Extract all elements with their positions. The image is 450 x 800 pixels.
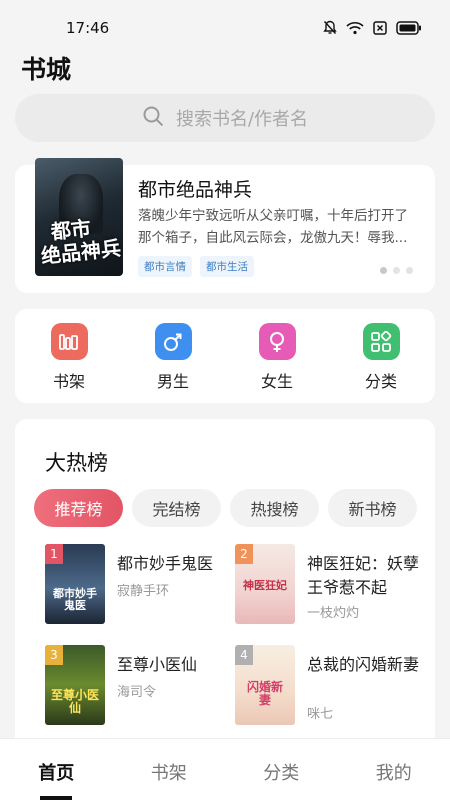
book-author: 咪七 (307, 707, 334, 722)
female-icon (258, 323, 296, 360)
rank-number: 3 (45, 645, 63, 665)
category-icon (362, 323, 400, 360)
ranking-tabs: 推荐榜 完结榜 热搜榜 新书榜 (34, 489, 417, 527)
cover-text: 神医狂妃 (243, 579, 287, 592)
carousel-dot (380, 267, 387, 274)
quick-entry-label: 男生 (156, 372, 189, 391)
rank-number: 4 (235, 645, 253, 665)
book-cover[interactable]: 2 神医狂妃 (235, 544, 295, 624)
book-cover[interactable]: 1 都市妙手鬼医 (45, 544, 105, 624)
quick-entry-label: 分类 (364, 372, 397, 391)
tab-completed[interactable]: 完结榜 (132, 489, 221, 527)
hot-ranking-section: 大热榜 推荐榜 完结榜 热搜榜 新书榜 1 都市妙手鬼医 都市妙手鬼医 寂静手环… (15, 419, 435, 759)
tab-recommended[interactable]: 推荐榜 (34, 489, 123, 527)
nav-mine[interactable]: 我的 (338, 739, 450, 800)
featured-banner[interactable]: 都市 绝品神兵 都市绝品神兵 落魄少年宁致远听从父亲叮嘱，十年后打开了那个箱子，… (15, 158, 435, 293)
quick-entry-label: 书架 (52, 372, 85, 391)
bookshelf-icon (50, 323, 88, 360)
status-bar: 17:46 (0, 0, 450, 50)
book-title[interactable]: 总裁的闪婚新妻 (307, 653, 425, 677)
banner-tags: 都市言情 都市生活 (138, 256, 254, 277)
male-icon (154, 323, 192, 360)
nav-label: 书架 (150, 763, 187, 784)
quick-entries: 书架 男生 女生 分类 (15, 309, 435, 403)
mute-bell-icon (323, 20, 337, 35)
tag-2[interactable]: 都市生活 (200, 256, 254, 277)
ranking-book-item[interactable]: 3 至尊小医仙 至尊小医仙 海司令 (45, 645, 235, 727)
sim-icon (373, 20, 387, 35)
nav-active-indicator (40, 796, 72, 800)
tab-hot-search[interactable]: 热搜榜 (230, 489, 319, 527)
quick-entry-male[interactable]: 男生 (133, 309, 213, 403)
ranking-title: 大热榜 (45, 451, 108, 475)
quick-entry-category[interactable]: 分类 (341, 309, 421, 403)
book-title[interactable]: 至尊小医仙 (117, 653, 235, 677)
nav-label: 首页 (38, 763, 75, 784)
cover-text: 都市妙手鬼医 (53, 587, 97, 612)
quick-entry-bookshelf[interactable]: 书架 (29, 309, 109, 403)
book-title[interactable]: 都市妙手鬼医 (117, 552, 235, 576)
tag-1[interactable]: 都市言情 (138, 256, 192, 277)
carousel-dot (393, 267, 400, 274)
search-input[interactable]: 搜索书名/作者名 (15, 94, 435, 142)
nav-label: 分类 (263, 763, 300, 784)
tab-new-books[interactable]: 新书榜 (328, 489, 417, 527)
wifi-icon (346, 21, 364, 35)
book-author: 海司令 (117, 685, 157, 700)
ranking-book-item[interactable]: 2 神医狂妃 神医狂妃：妖孽王爷惹不起 一枝灼灼 (235, 544, 425, 626)
rank-number: 1 (45, 544, 63, 564)
book-cover[interactable]: 4 闪婚新妻 (235, 645, 295, 725)
banner-book-cover[interactable]: 都市 绝品神兵 (35, 158, 123, 276)
ranking-book-item[interactable]: 4 闪婚新妻 总裁的闪婚新妻 咪七 (235, 645, 425, 727)
search-icon (142, 105, 164, 131)
nav-category[interactable]: 分类 (225, 739, 338, 800)
nav-home[interactable]: 首页 (0, 739, 113, 800)
carousel-dot (406, 267, 413, 274)
quick-entry-female[interactable]: 女生 (237, 309, 317, 403)
cover-text: 至尊小医仙 (51, 688, 100, 715)
battery-icon (396, 20, 422, 35)
banner-book-description: 落魄少年宁致远听从父亲叮嘱，十年后打开了那个箱子，自此风云际会，龙傲九天！辱我.… (138, 208, 408, 246)
book-title[interactable]: 神医狂妃：妖孽王爷惹不起 (307, 552, 425, 600)
banner-cover-text-2: 绝品神兵 (39, 235, 122, 269)
bottom-nav: 首页 书架 分类 我的 (0, 738, 450, 800)
cover-text: 闪婚新妻 (246, 680, 283, 707)
book-cover[interactable]: 3 至尊小医仙 (45, 645, 105, 725)
rank-number: 2 (235, 544, 253, 564)
status-icons (323, 20, 422, 35)
status-time: 17:46 (66, 19, 110, 37)
search-placeholder: 搜索书名/作者名 (175, 109, 309, 130)
quick-entry-label: 女生 (260, 372, 293, 391)
carousel-indicator (380, 267, 413, 274)
ranking-book-item[interactable]: 1 都市妙手鬼医 都市妙手鬼医 寂静手环 (45, 544, 235, 626)
nav-bookshelf[interactable]: 书架 (113, 739, 226, 800)
book-author: 寂静手环 (117, 584, 170, 599)
nav-label: 我的 (375, 763, 412, 784)
page-title: 书城 (21, 55, 72, 84)
book-author: 一枝灼灼 (307, 606, 360, 621)
banner-book-title[interactable]: 都市绝品神兵 (138, 175, 252, 202)
